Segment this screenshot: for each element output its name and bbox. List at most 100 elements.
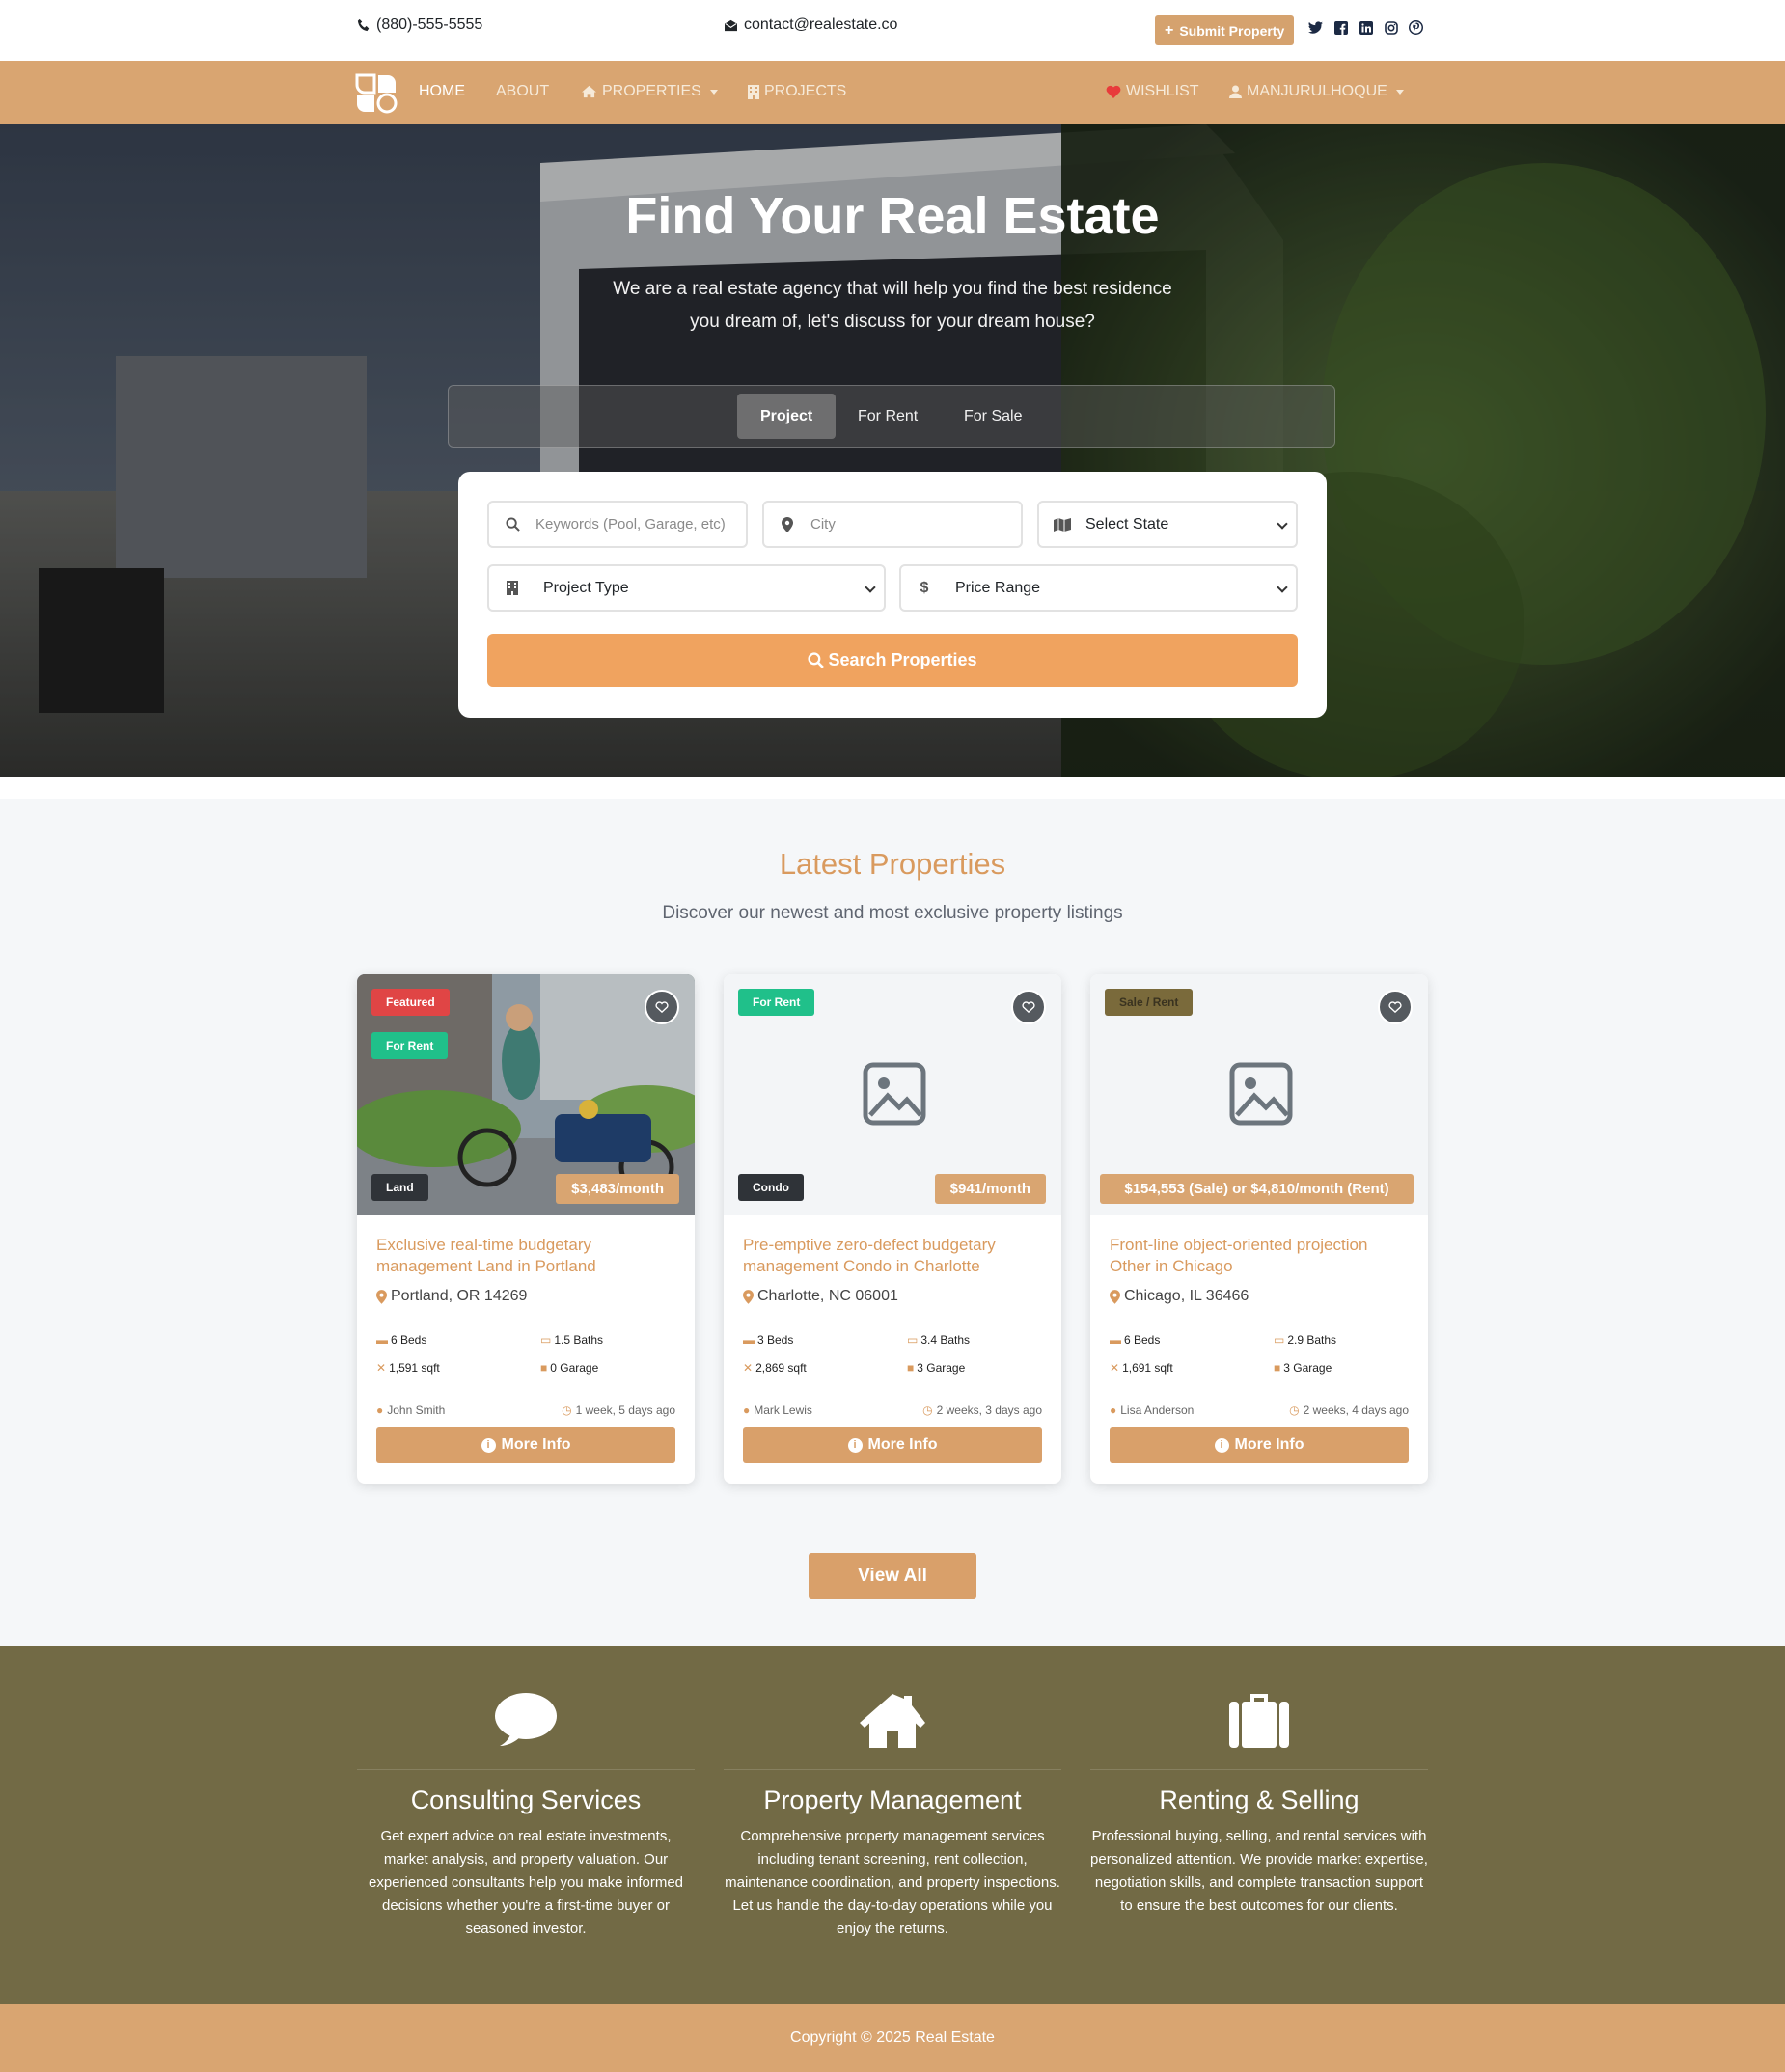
search-properties-button[interactable]: Search Properties [487,634,1298,687]
divider [357,1769,695,1770]
search-tabs: Project For Rent For Sale [448,385,1335,448]
user-icon: ● [1110,1404,1117,1417]
map-marker-icon [764,516,810,532]
more-info-label: More Info [1234,1436,1304,1453]
beds-feature: ▬ 3 Beds [743,1333,793,1347]
car-icon: ■ [907,1361,915,1375]
twitter-icon[interactable] [1307,19,1324,36]
copyright-text: Copyright © 2025 Real Estate [790,2029,995,2046]
plus-icon: + [1165,21,1174,39]
brand-logo[interactable] [355,73,398,114]
tab-for-sale[interactable]: For Sale [941,394,1045,439]
beds-value: 3 Beds [757,1333,794,1347]
price-range-select[interactable]: $ Price Range [899,564,1298,612]
state-select[interactable]: Select State [1037,501,1298,548]
favorite-button[interactable] [1011,990,1046,1024]
chevron-down-icon [1277,582,1288,593]
bath-icon: ▭ [1274,1333,1285,1347]
property-location: Charlotte, NC 06001 [743,1288,898,1305]
property-title[interactable]: Pre-emptive zero-defect budgetary manage… [743,1235,1042,1277]
contact-phone[interactable]: (880)-555-5555 [357,16,482,34]
property-card[interactable]: Sale / Rent $154,553 (Sale) or $4,810/mo… [1090,974,1428,1484]
nav-wishlist-label: WISHLIST [1126,83,1199,99]
property-photo[interactable]: Featured For Rent Land $3,483/month [357,974,695,1215]
featured-badge: Featured [371,989,450,1016]
garage-feature: ■ 3 Garage [1274,1361,1332,1375]
keywords-input[interactable]: Keywords (Pool, Garage, etc) [487,501,748,548]
heart-icon [1106,85,1121,98]
posted-time: ◷ 2 weeks, 3 days ago [922,1404,1042,1417]
garage-value: 3 Garage [1283,1361,1332,1375]
favorite-button[interactable] [645,990,679,1024]
nav-projects[interactable]: PROJECTS [748,83,846,100]
pinterest-icon[interactable] [1408,19,1424,36]
property-title[interactable]: Front-line object-oriented projection Ot… [1110,1235,1409,1277]
linkedin-icon[interactable] [1358,19,1374,36]
property-photo[interactable]: Sale / Rent $154,553 (Sale) or $4,810/mo… [1090,974,1428,1215]
location-text: Chicago, IL 36466 [1124,1288,1250,1304]
user-icon: ● [743,1404,751,1417]
building-icon [489,581,536,595]
city-input[interactable]: City [762,501,1023,548]
sqft-value: 1,591 sqft [389,1361,440,1375]
image-placeholder-icon [863,1062,926,1126]
nav-wishlist[interactable]: WISHLIST [1106,83,1199,100]
property-title[interactable]: Exclusive real-time budgetary management… [376,1235,675,1277]
divider [1090,1769,1428,1770]
chevron-down-icon [865,582,876,593]
location-text: Charlotte, NC 06001 [757,1288,898,1304]
garage-value: 0 Garage [550,1361,599,1375]
state-select-value: Select State [1085,515,1169,532]
instagram-icon[interactable] [1383,19,1399,36]
heart-outline-icon [1022,1001,1035,1013]
hero-section: Find Your Real Estate We are a real esta… [0,124,1785,777]
favorite-button[interactable] [1378,990,1413,1024]
more-info-button[interactable]: i More Info [1110,1427,1409,1463]
submit-property-label: Submit Property [1179,22,1285,39]
tab-for-rent[interactable]: For Rent [835,394,941,439]
bath-icon: ▭ [540,1333,552,1347]
service-text: Comprehensive property management servic… [725,1828,1060,1937]
property-card[interactable]: Featured For Rent Land $3,483/month Excl… [357,974,695,1484]
property-card[interactable]: For Rent Condo $941/month Pre-emptive ze… [724,974,1061,1484]
city-placeholder: City [810,516,836,532]
posted-value: 1 week, 5 days ago [575,1404,675,1417]
nav-properties-dropdown[interactable]: PROPERTIES [581,83,718,100]
nav-user-dropdown[interactable]: MANJURULHOQUE [1229,83,1404,100]
baths-feature: ▭ 2.9 Baths [1274,1333,1336,1347]
contact-email[interactable]: contact@realestate.co [724,16,897,34]
sqft-feature: ✕ 1,591 sqft [376,1361,440,1375]
social-links [1307,19,1424,36]
dollar-icon: $ [920,579,929,596]
more-info-button[interactable]: i More Info [743,1427,1042,1463]
email-text: contact@realestate.co [744,16,898,33]
facebook-icon[interactable] [1332,19,1349,36]
property-location: Portland, OR 14269 [376,1288,527,1305]
price-tag: $3,483/month [556,1174,679,1204]
property-photo[interactable]: For Rent Condo $941/month [724,974,1061,1215]
service-text: Professional buying, selling, and rental… [1090,1828,1428,1914]
clock-icon: ◷ [1289,1404,1300,1417]
property-type-badge: Condo [738,1174,804,1201]
chevron-down-icon [1277,518,1288,530]
nav-about[interactable]: ABOUT [496,83,549,100]
price-tag: $941/month [934,1174,1046,1204]
more-info-button[interactable]: i More Info [376,1427,675,1463]
sqft-value: 2,869 sqft [755,1361,807,1375]
view-all-button[interactable]: View All [809,1553,976,1599]
search-icon [808,652,825,668]
service-text: Get expert advice on real estate investm… [368,1828,684,1937]
status-badge: For Rent [371,1032,449,1059]
expand-icon: ✕ [743,1361,754,1375]
car-icon: ■ [1274,1361,1281,1375]
map-marker-icon [1110,1289,1120,1304]
hero-subtitle: We are a real estate agency that will he… [613,279,1172,332]
main-navbar: HOME ABOUT PROPERTIES PROJECTS WISHLIST … [0,61,1785,124]
project-type-select[interactable]: Project Type [487,564,886,612]
footer: Copyright © 2025 Real Estate [0,2004,1785,2072]
tab-project[interactable]: Project [737,394,837,439]
baths-value: 3.4 Baths [920,1333,971,1347]
submit-property-button[interactable]: + Submit Property [1155,15,1295,45]
nav-home[interactable]: HOME [419,83,465,100]
posted-time: ◷ 2 weeks, 4 days ago [1289,1404,1409,1417]
